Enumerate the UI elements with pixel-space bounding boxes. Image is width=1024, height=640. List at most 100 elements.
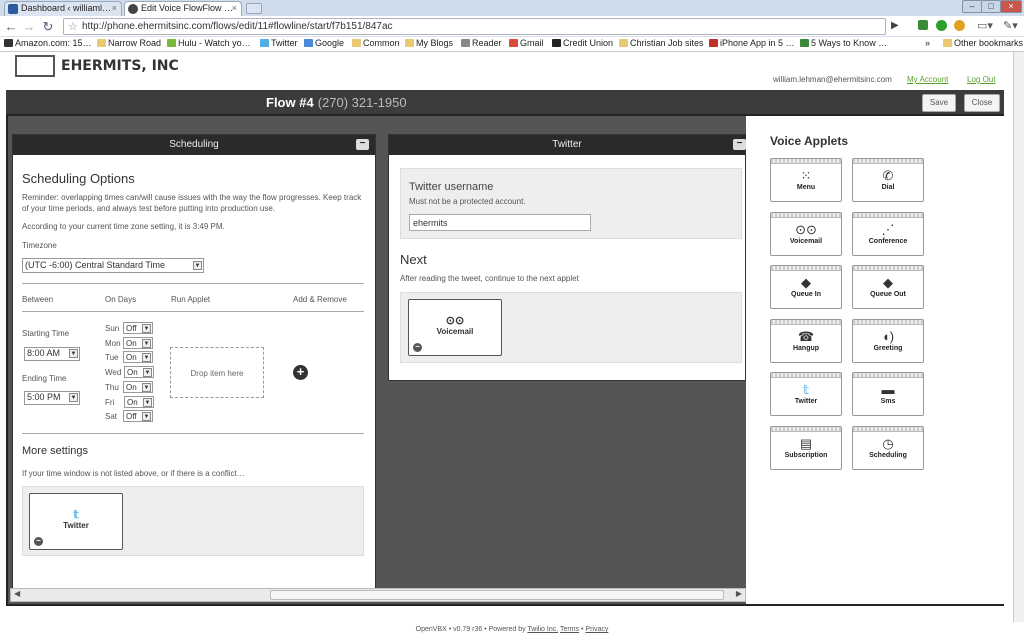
evernote-icon[interactable] xyxy=(918,20,928,30)
bookmark-item[interactable]: Gmail xyxy=(509,38,544,48)
star-icon[interactable]: ☆ xyxy=(68,20,78,33)
bookmark-item[interactable]: Credit Union xyxy=(552,38,613,48)
openvbx-icon xyxy=(128,4,138,14)
other-bookmarks[interactable]: Other bookmarks xyxy=(943,38,1023,48)
bookmark-item[interactable]: Common xyxy=(352,38,400,48)
minimize-window-button[interactable]: – xyxy=(962,0,982,13)
voice-applets-title: Voice Applets xyxy=(770,134,849,148)
scrollbar-thumb[interactable] xyxy=(270,590,724,600)
timezone-select[interactable]: (UTC -6:00) Central Standard Time ▼ xyxy=(22,258,204,273)
fallback-twitter-node[interactable]: 𝕥 Twitter − xyxy=(29,493,123,550)
more-bookmarks-button[interactable]: » xyxy=(925,38,930,48)
remove-icon[interactable]: − xyxy=(34,537,43,546)
voicemail-node[interactable]: ⊙⊙ Voicemail − xyxy=(408,299,502,356)
wordpress-icon xyxy=(8,4,18,14)
remove-icon[interactable]: − xyxy=(413,343,422,352)
applet-twitter[interactable]: 𝕥 Twitter xyxy=(770,372,842,417)
more-settings-text: If your time window is not listed above,… xyxy=(22,469,245,478)
minimize-icon[interactable]: − xyxy=(356,139,369,150)
hangup-icon: ☎ xyxy=(797,328,815,344)
bookmark-item[interactable]: Reader xyxy=(461,38,502,48)
bookmark-item[interactable]: Twitter xyxy=(260,38,298,48)
day-select[interactable]: On ▼ xyxy=(124,395,154,408)
day-select[interactable]: On ▼ xyxy=(123,351,153,364)
fallback-dropzone: 𝕥 Twitter − xyxy=(22,486,364,556)
terms-link[interactable]: Terms xyxy=(560,626,579,633)
bookmark-item[interactable]: Christian Job sites xyxy=(619,38,704,48)
forward-arrow-icon[interactable]: → xyxy=(21,19,37,34)
box-icon: ◆ xyxy=(801,275,811,291)
day-label: Sun xyxy=(105,324,120,333)
horizontal-scrollbar[interactable]: ◀ ▶ xyxy=(10,588,746,602)
company-logo[interactable]: EHERMITS, INC xyxy=(15,55,179,79)
twitter-icon: 𝕥 xyxy=(802,382,810,398)
bookmark-item[interactable]: My Blogs xyxy=(405,38,453,48)
address-bar[interactable]: ☆ http://phone.ehermitsinc.com/flows/edi… xyxy=(63,18,886,35)
day-select[interactable]: On ▼ xyxy=(124,366,154,379)
applet-hangup[interactable]: ☎ Hangup xyxy=(770,318,842,363)
twilio-link[interactable]: Twilio Inc. xyxy=(527,626,558,633)
applet-queue-out[interactable]: ◆ Queue Out xyxy=(852,265,924,310)
day-label: Wed xyxy=(105,368,122,378)
wrench-icon[interactable]: ✎▾ xyxy=(1003,19,1018,32)
back-arrow-icon[interactable]: ← xyxy=(3,19,19,34)
current-time-text: According to your current time zone sett… xyxy=(22,222,225,231)
next-heading: Next xyxy=(400,252,427,267)
browser-tab-dashboard[interactable]: Dashboard ‹ williaml… × xyxy=(4,1,122,16)
bookmark-item[interactable]: 5 Ways to Know … xyxy=(800,38,887,48)
panel-header: Scheduling − xyxy=(13,135,375,155)
add-icon[interactable]: + xyxy=(293,365,308,380)
extension-icon[interactable] xyxy=(954,20,965,31)
applet-queue-in[interactable]: ◆ Queue In xyxy=(770,265,842,310)
applet-subscription[interactable]: ▤ Subscription xyxy=(770,426,842,470)
applet-voicemail[interactable]: ⊙⊙ Voicemail xyxy=(770,211,842,256)
privacy-link[interactable]: Privacy xyxy=(585,626,608,633)
flow-title-bar: Flow #4 (270) 321-1950 Save Close xyxy=(6,90,1004,116)
applet-label: Greeting xyxy=(873,344,903,352)
day-select[interactable]: On ▼ xyxy=(123,336,153,349)
browser-tab-bar: Dashboard ‹ williaml… × Edit Voice FlowF… xyxy=(0,0,1024,16)
scroll-left-icon[interactable]: ◀ xyxy=(14,589,20,598)
bookmark-item[interactable]: Amazon.com: 15… xyxy=(4,38,92,48)
close-tab-icon[interactable]: × xyxy=(112,3,117,13)
scroll-right-icon[interactable]: ▶ xyxy=(736,589,742,598)
bookmark-item[interactable]: Hulu - Watch yo… xyxy=(167,38,251,48)
day-select[interactable]: On ▼ xyxy=(123,380,153,393)
day-select[interactable]: Off ▼ xyxy=(123,322,153,334)
maximize-window-button[interactable]: □ xyxy=(981,0,1001,13)
ending-time-select[interactable]: 5:00 PM ▼ xyxy=(24,391,80,405)
applet-conference[interactable]: ⋰ Conference xyxy=(852,211,924,256)
log-out-link[interactable]: Log Out xyxy=(967,75,995,84)
browser-tab-edit-flow[interactable]: Edit Voice FlowFlow … × xyxy=(124,1,242,16)
applet-label: Sms xyxy=(880,398,896,406)
close-button[interactable]: Close xyxy=(964,94,1000,112)
new-tab-button[interactable] xyxy=(246,3,262,14)
applet-label: Queue In xyxy=(791,291,821,299)
applet-menu[interactable]: ⁙ Menu xyxy=(770,158,842,202)
play-icon[interactable]: ▶ xyxy=(891,20,899,31)
twitter-settings-box: Twitter username Must not be a protected… xyxy=(400,168,742,239)
applet-dial[interactable]: ✆ Dial xyxy=(852,158,924,202)
voice-applets-sidebar: Voice Applets ⁙ Menu ✆ Dial ⊙⊙ Voicemail ⋰ Conf… xyxy=(746,116,1004,604)
page-menu-icon[interactable]: ▭▾ xyxy=(977,19,993,32)
bookmark-item[interactable]: iPhone App in 5 … xyxy=(709,38,795,48)
drop-zone[interactable]: Drop item here xyxy=(170,347,264,398)
bookmark-item[interactable]: Google xyxy=(304,38,344,48)
close-tab-icon[interactable]: × xyxy=(232,3,237,13)
applet-greeting[interactable]: ◖) Greeting xyxy=(852,318,924,363)
applet-sms[interactable]: ▬ Sms xyxy=(852,372,924,417)
voicemail-icon: ⊙⊙ xyxy=(795,221,817,237)
close-window-button[interactable]: × xyxy=(1000,0,1022,13)
extension-icon[interactable] xyxy=(936,20,947,31)
applet-scheduling[interactable]: ◷ Scheduling xyxy=(852,426,924,470)
twitter-username-input[interactable]: ehermits xyxy=(409,214,591,231)
save-button[interactable]: Save xyxy=(922,94,956,112)
starting-time-label: Starting Time xyxy=(22,329,70,338)
minimize-icon[interactable]: − xyxy=(733,139,746,150)
day-select[interactable]: Off ▼ xyxy=(123,410,153,423)
bookmark-item[interactable]: Narrow Road xyxy=(97,38,161,48)
reload-icon[interactable]: ↻ xyxy=(40,19,56,35)
starting-time-select[interactable]: 8:00 AM ▼ xyxy=(24,347,80,361)
window-vertical-scrollbar[interactable] xyxy=(1013,52,1024,622)
my-account-link[interactable]: My Account xyxy=(907,75,948,84)
